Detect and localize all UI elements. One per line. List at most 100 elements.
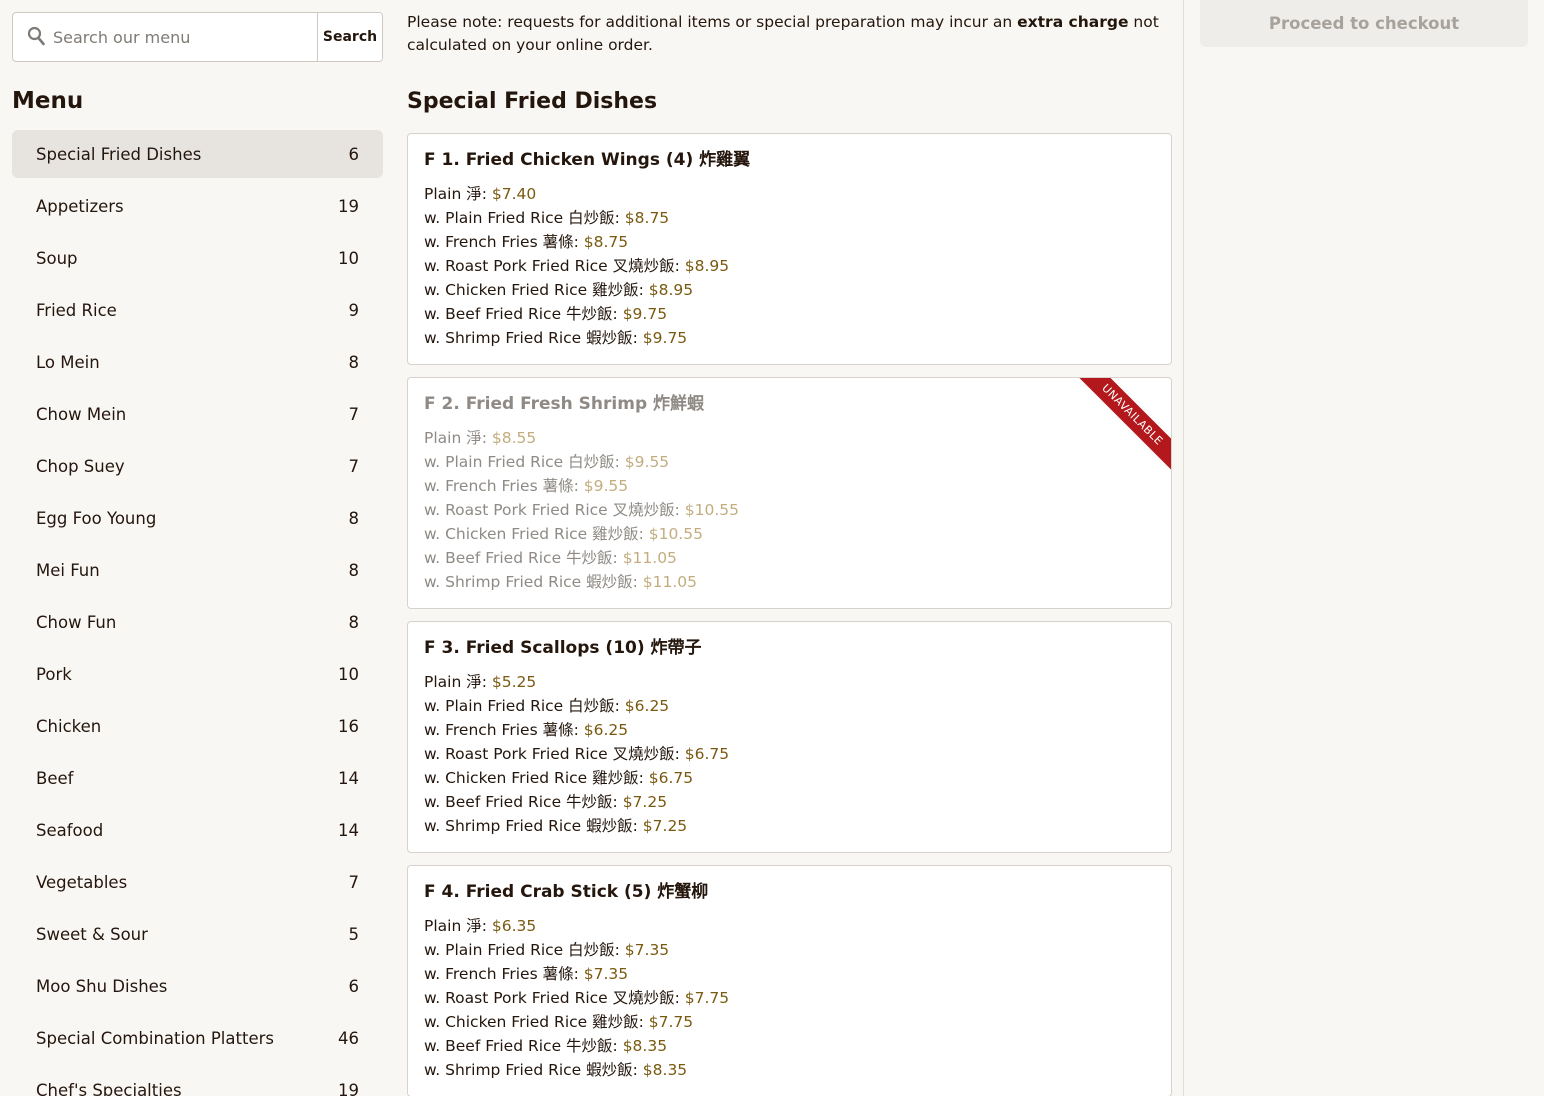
option-label: w. Roast Pork Fried Rice 叉燒炒飯: (424, 501, 685, 519)
category-label: Special Fried Dishes (36, 144, 202, 164)
price-option: Plain 淨: $5.25 (424, 670, 1155, 694)
option-label: w. Chicken Fried Rice 雞炒飯: (424, 1013, 649, 1031)
category-label: Appetizers (36, 196, 124, 216)
option-price: $7.40 (491, 185, 537, 203)
price-option: w. French Fries 薯條: $7.35 (424, 962, 1155, 986)
price-option: w. Chicken Fried Rice 雞炒飯: $10.55 (424, 522, 1155, 546)
price-option: w. Shrimp Fried Rice 蝦炒飯: $8.35 (424, 1058, 1155, 1082)
option-price: $7.25 (622, 793, 668, 811)
option-price: $7.35 (583, 965, 629, 983)
option-label: Plain 淨: (424, 673, 492, 691)
category-label: Chow Mein (36, 404, 127, 424)
option-label: w. Beef Fried Rice 牛炒飯: (424, 305, 623, 323)
unavailable-ribbon: UNAVAILABLE (1071, 378, 1171, 478)
price-option: w. Roast Pork Fried Rice 叉燒炒飯: $10.55 (424, 498, 1155, 522)
option-label: w. Plain Fried Rice 白炒飯: (424, 941, 625, 959)
category-count: 46 (338, 1028, 359, 1048)
option-price: $9.75 (642, 329, 688, 347)
option-label: w. Beef Fried Rice 牛炒飯: (424, 793, 623, 811)
price-option: w. Shrimp Fried Rice 蝦炒飯: $9.75 (424, 326, 1155, 350)
option-price: $7.75 (648, 1013, 694, 1031)
category-item-mei-fun[interactable]: Mei Fun 8 (12, 546, 383, 594)
unavailable-badge: UNAVAILABLE (1071, 378, 1171, 476)
category-count: 14 (338, 768, 359, 788)
category-item-lo-mein[interactable]: Lo Mein 8 (12, 338, 383, 386)
option-label: w. Beef Fried Rice 牛炒飯: (424, 549, 623, 567)
proceed-to-checkout-button[interactable]: Proceed to checkout (1200, 0, 1528, 47)
category-count: 19 (338, 1080, 359, 1096)
menu-item-title: F 1. Fried Chicken Wings (4) 炸雞翼 (424, 150, 751, 170)
price-option: Plain 淨: $6.35 (424, 914, 1155, 938)
menu-item-title: F 4. Fried Crab Stick (5) 炸蟹柳 (424, 882, 709, 902)
category-item-sweet-and-sour[interactable]: Sweet & Sour 5 (12, 910, 383, 958)
option-price: $6.25 (624, 697, 670, 715)
option-price: $8.95 (648, 281, 694, 299)
price-option: w. Chicken Fried Rice 雞炒飯: $7.75 (424, 1010, 1155, 1034)
category-item-appetizers[interactable]: Appetizers 19 (12, 182, 383, 230)
menu-item-card[interactable]: F 3. Fried Scallops (10) 炸帶子 Plain 淨: $5… (407, 621, 1172, 853)
option-price: $6.25 (583, 721, 629, 739)
option-label: w. French Fries 薯條: (424, 721, 584, 739)
option-price: $9.75 (622, 305, 668, 323)
category-label: Chicken (36, 716, 102, 736)
category-item-special-combination-platters[interactable]: Special Combination Platters 46 (12, 1014, 383, 1062)
price-option: w. Chicken Fried Rice 雞炒飯: $8.95 (424, 278, 1155, 302)
price-option: w. French Fries 薯條: $8.75 (424, 230, 1155, 254)
category-count: 14 (338, 820, 359, 840)
category-item-beef[interactable]: Beef 14 (12, 754, 383, 802)
page: Search Menu Special Fried Dishes 6 Appet… (0, 0, 1544, 1096)
option-label: w. Plain Fried Rice 白炒飯: (424, 697, 625, 715)
category-item-chow-fun[interactable]: Chow Fun 8 (12, 598, 383, 646)
option-price: $10.55 (648, 525, 704, 543)
category-item-chop-suey[interactable]: Chop Suey 7 (12, 442, 383, 490)
price-option: w. Shrimp Fried Rice 蝦炒飯: $7.25 (424, 814, 1155, 838)
category-item-chow-mein[interactable]: Chow Mein 7 (12, 390, 383, 438)
notice-text: Please note: requests for additional ite… (407, 13, 1018, 31)
category-item-fried-rice[interactable]: Fried Rice 9 (12, 286, 383, 334)
category-label: Moo Shu Dishes (36, 976, 168, 996)
menu-item-card-unavailable: UNAVAILABLE F 2. Fried Fresh Shrimp 炸鮮蝦 … (407, 377, 1172, 609)
price-option: w. Plain Fried Rice 白炒飯: $8.75 (424, 206, 1155, 230)
menu-item-card[interactable]: F 1. Fried Chicken Wings (4) 炸雞翼 Plain 淨… (407, 133, 1172, 365)
option-label: w. Roast Pork Fried Rice 叉燒炒飯: (424, 257, 685, 275)
category-item-chefs-specialties[interactable]: Chef's Specialties 19 (12, 1066, 383, 1096)
option-label: Plain 淨: (424, 185, 492, 203)
price-option: Plain 淨: $7.40 (424, 182, 1155, 206)
price-option: w. Beef Fried Rice 牛炒飯: $9.75 (424, 302, 1155, 326)
category-item-seafood[interactable]: Seafood 14 (12, 806, 383, 854)
category-label: Fried Rice (36, 300, 117, 320)
menu-item-title: F 2. Fried Fresh Shrimp 炸鮮蝦 (424, 394, 705, 414)
option-label: w. Beef Fried Rice 牛炒飯: (424, 1037, 623, 1055)
category-label: Seafood (36, 820, 104, 840)
category-count: 6 (348, 976, 360, 996)
option-price: $6.75 (684, 745, 730, 763)
option-price: $8.95 (684, 257, 730, 275)
category-item-soup[interactable]: Soup 10 (12, 234, 383, 282)
category-item-egg-foo-young[interactable]: Egg Foo Young 8 (12, 494, 383, 542)
category-item-chicken[interactable]: Chicken 16 (12, 702, 383, 750)
search-input-wrapper (13, 13, 317, 61)
category-item-vegetables[interactable]: Vegetables 7 (12, 858, 383, 906)
category-item-special-fried-dishes[interactable]: Special Fried Dishes 6 (12, 130, 383, 178)
category-count: 8 (348, 508, 360, 528)
search-button[interactable]: Search (317, 13, 382, 61)
price-option: w. Plain Fried Rice 白炒飯: $7.35 (424, 938, 1155, 962)
category-label: Mei Fun (36, 560, 100, 580)
category-count: 5 (348, 924, 360, 944)
category-label: Chow Fun (36, 612, 117, 632)
search-input[interactable] (13, 13, 317, 61)
category-count: 7 (348, 404, 360, 424)
category-count: 9 (348, 300, 360, 320)
price-option: w. Roast Pork Fried Rice 叉燒炒飯: $8.95 (424, 254, 1155, 278)
option-price: $10.55 (684, 501, 740, 519)
option-label: w. French Fries 薯條: (424, 477, 584, 495)
category-label: Vegetables (36, 872, 128, 892)
menu-item-card[interactable]: F 4. Fried Crab Stick (5) 炸蟹柳 Plain 淨: $… (407, 865, 1172, 1096)
category-count: 7 (348, 872, 360, 892)
cart-panel: Proceed to checkout (1200, 0, 1528, 47)
option-price: $8.75 (624, 209, 670, 227)
category-item-pork[interactable]: Pork 10 (12, 650, 383, 698)
category-label: Egg Foo Young (36, 508, 157, 528)
price-option: Plain 淨: $8.55 (424, 426, 1155, 450)
category-item-moo-shu-dishes[interactable]: Moo Shu Dishes 6 (12, 962, 383, 1010)
